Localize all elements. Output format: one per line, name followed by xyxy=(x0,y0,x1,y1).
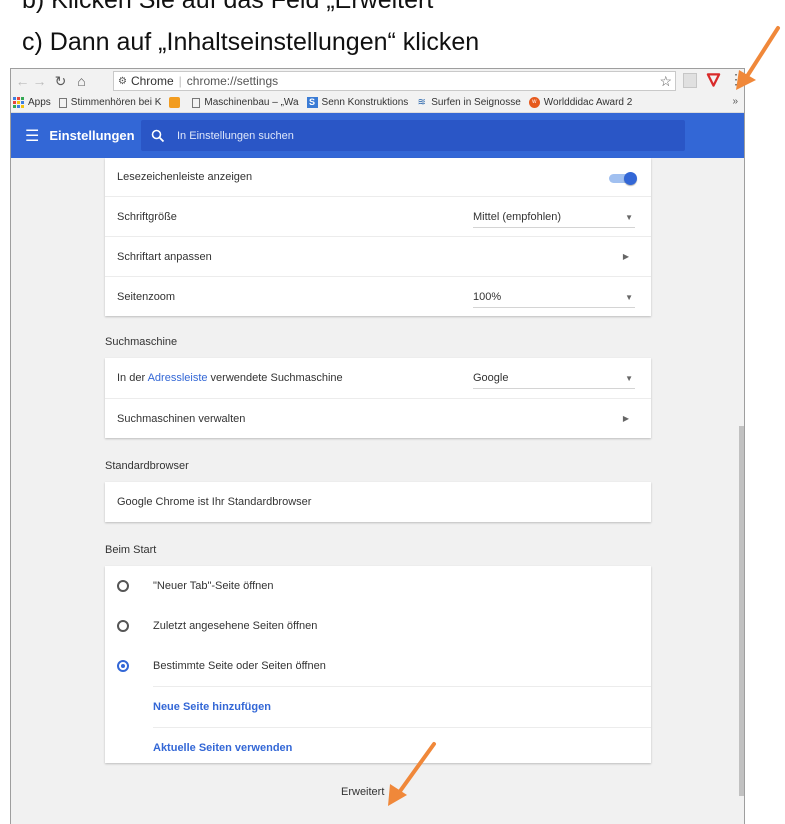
manage-search-engines-row[interactable]: Suchmaschinen verwalten ▶ xyxy=(105,398,651,438)
address-bar[interactable]: ⚙ Chrome | chrome://settings ☆ xyxy=(113,71,676,91)
radio-button[interactable] xyxy=(117,620,129,632)
bookmark-item[interactable]: S Senn Konstruktions xyxy=(306,97,408,108)
menu-dots-icon[interactable]: ⋮ xyxy=(729,71,743,88)
shield-extension-icon[interactable] xyxy=(706,72,721,88)
address-bar-link[interactable]: Adressleiste xyxy=(148,372,208,384)
toolbar: ← → ↻ ⌂ ⚙ Chrome | chrome://settings ☆ ⋮ xyxy=(11,69,744,93)
use-current-pages-link[interactable]: Aktuelle Seiten verwenden xyxy=(105,728,651,768)
radio-button-checked[interactable] xyxy=(117,660,129,672)
settings-header: ☰ Einstellungen xyxy=(11,113,744,158)
bookmark-star-icon[interactable]: ☆ xyxy=(659,73,672,90)
chevron-down-icon[interactable]: ▼ xyxy=(625,374,633,383)
radio-button[interactable] xyxy=(117,580,129,592)
site-name: Chrome xyxy=(130,74,174,88)
bookmarks-bar: Apps Stimmenhören bei K Maschinenbau – „… xyxy=(11,93,744,113)
search-engine-section-title: Suchmaschine xyxy=(105,336,178,348)
startup-option-new-tab[interactable]: "Neuer Tab"-Seite öffnen xyxy=(105,566,651,606)
startup-option-label: Zuletzt angesehene Seiten öffnen xyxy=(153,620,318,632)
customize-fonts-row[interactable]: Schriftart anpassen ▶ xyxy=(105,236,651,276)
search-engine-label-suffix: verwendete Suchmaschine xyxy=(207,372,343,384)
chevron-down-icon: ▼ xyxy=(392,787,401,797)
default-browser-card: Google Chrome ist Ihr Standardbrowser xyxy=(105,482,651,522)
browser-window: ← → ↻ ⌂ ⚙ Chrome | chrome://settings ☆ ⋮… xyxy=(10,68,745,824)
appearance-card: Lesezeichenleiste anzeigen Schriftgröße … xyxy=(105,158,651,316)
advanced-label: Erweitert xyxy=(341,786,385,798)
scrollbar-track[interactable] xyxy=(737,158,744,824)
page-zoom-label: Seitenzoom xyxy=(117,290,176,303)
default-browser-row: Google Chrome ist Ihr Standardbrowser xyxy=(105,482,651,522)
chevron-down-icon[interactable]: ▼ xyxy=(625,293,633,302)
bookmark-item[interactable]: Maschinenbau – „Wa xyxy=(192,97,299,108)
settings-search[interactable] xyxy=(141,120,685,151)
reload-icon[interactable]: ↻ xyxy=(52,73,69,90)
hamburger-menu-icon[interactable]: ☰ xyxy=(25,126,39,146)
apps-grid-icon xyxy=(13,97,24,108)
pdf-extension-icon[interactable] xyxy=(683,73,697,88)
bookmark-item[interactable]: ≋ Surfen in Seignosse xyxy=(416,97,521,108)
bookmarks-bar-label: Lesezeichenleiste anzeigen xyxy=(117,171,253,183)
forward-arrow-icon[interactable]: → xyxy=(31,73,48,89)
add-new-page-link[interactable]: Neue Seite hinzufügen xyxy=(105,687,651,727)
customize-fonts-label: Schriftart anpassen xyxy=(117,250,212,263)
manage-search-engines-label: Suchmaschinen verwalten xyxy=(117,412,246,425)
search-engine-label-prefix: In der xyxy=(117,372,148,384)
search-engine-row: In der Adressleiste verwendete Suchmasch… xyxy=(105,358,651,398)
advanced-toggle[interactable]: Erweitert ▼ xyxy=(341,786,400,798)
chevron-right-icon: ▶ xyxy=(622,414,629,423)
bookmark-item[interactable] xyxy=(169,97,184,108)
scrollbar-thumb[interactable] xyxy=(739,426,744,796)
default-browser-status: Google Chrome ist Ihr Standardbrowser xyxy=(117,496,312,508)
settings-content: Lesezeichenleiste anzeigen Schriftgröße … xyxy=(11,158,744,824)
orange-app-icon xyxy=(169,97,181,108)
instruction-step-b: b) Klicken Sie auf das Feld „Erweitert“ xyxy=(22,0,442,14)
instruction-step-c: c) Dann auf „Inhaltseinstellungen“ klick… xyxy=(22,28,480,56)
s-logo-icon: S xyxy=(306,97,318,108)
search-engine-card: In der Adressleiste verwendete Suchmasch… xyxy=(105,358,651,438)
more-bookmarks-icon[interactable]: » xyxy=(732,96,738,107)
page-icon xyxy=(58,97,67,108)
font-size-row: Schriftgröße Mittel (empfohlen) ▼ xyxy=(105,196,651,236)
on-startup-card: "Neuer Tab"-Seite öffnen Zuletzt angeseh… xyxy=(105,566,651,763)
url-text: chrome://settings xyxy=(186,74,279,88)
font-size-label: Schriftgröße xyxy=(117,210,177,223)
worlddidac-icon: w xyxy=(528,97,540,108)
search-input[interactable] xyxy=(177,129,657,142)
search-engine-select[interactable]: Google xyxy=(473,367,635,389)
search-icon xyxy=(151,129,165,142)
chrome-page-icon: ⚙ xyxy=(118,75,127,87)
surf-icon: ≋ xyxy=(417,97,426,108)
startup-option-label: Bestimmte Seite oder Seiten öffnen xyxy=(153,660,326,672)
default-browser-section-title: Standardbrowser xyxy=(105,460,189,472)
page-zoom-row: Seitenzoom 100% ▼ xyxy=(105,276,651,316)
page-icon xyxy=(192,97,201,108)
home-icon[interactable]: ⌂ xyxy=(73,73,90,89)
url-separator: | xyxy=(178,74,182,88)
bookmarks-bar-toggle-row[interactable]: Lesezeichenleiste anzeigen xyxy=(105,158,651,196)
page-zoom-select[interactable]: 100% xyxy=(473,286,635,308)
startup-option-specific-pages[interactable]: Bestimmte Seite oder Seiten öffnen xyxy=(105,646,651,686)
bookmark-item[interactable]: Stimmenhören bei K xyxy=(58,97,161,108)
bookmarks-bar-toggle[interactable] xyxy=(609,172,637,185)
on-startup-section-title: Beim Start xyxy=(105,544,157,556)
startup-option-continue[interactable]: Zuletzt angesehene Seiten öffnen xyxy=(105,606,651,646)
chevron-right-icon: ▶ xyxy=(622,252,629,261)
chevron-down-icon[interactable]: ▼ xyxy=(625,213,633,222)
startup-option-label: "Neuer Tab"-Seite öffnen xyxy=(153,580,274,592)
font-size-select[interactable]: Mittel (empfohlen) xyxy=(473,206,635,228)
back-arrow-icon[interactable]: ← xyxy=(14,73,31,89)
bookmark-apps[interactable]: Apps xyxy=(11,97,51,108)
bookmark-item[interactable]: w Worlddidac Award 2 xyxy=(528,97,632,108)
page-title: Einstellungen xyxy=(49,128,135,143)
